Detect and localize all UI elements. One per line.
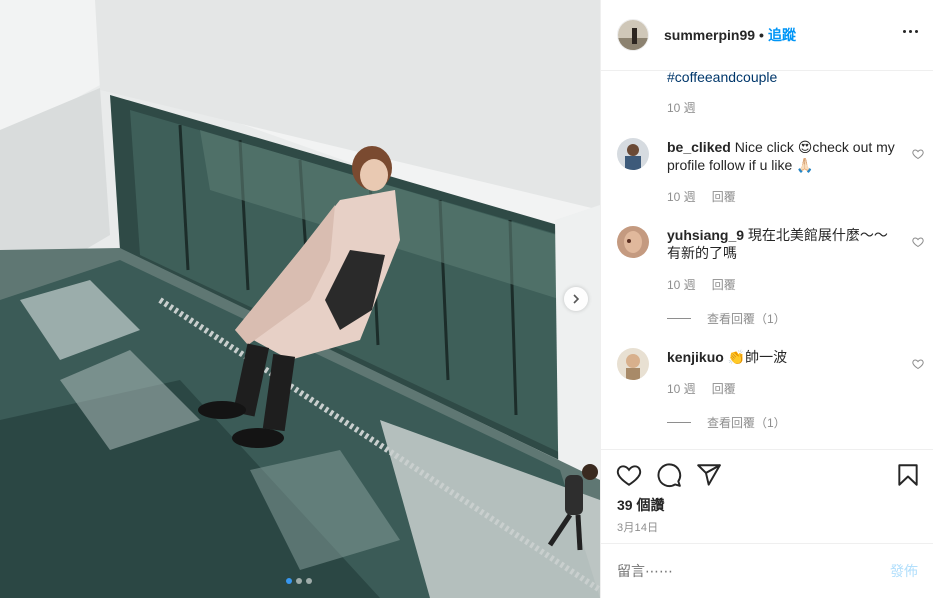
reply-button[interactable]: 回覆 [712, 188, 736, 205]
caption-meta: 10 週 [667, 99, 696, 116]
post-photo[interactable] [0, 0, 600, 598]
avatar-image [617, 226, 649, 258]
comment-icon[interactable] [656, 462, 682, 488]
comment-meta: 10 週 回覆 [667, 276, 736, 293]
carousel-dot-3 [306, 578, 312, 584]
comment-text: 👏帥一波 [727, 349, 788, 365]
avatar[interactable] [617, 138, 649, 170]
comment-meta: 10 週 回覆 [667, 380, 736, 397]
comment-username[interactable]: yuhsiang_9 [667, 227, 744, 243]
avatar-image [618, 20, 648, 50]
comments-list[interactable]: #coffeeandcouple 10 週 be_cliked Nice cli… [601, 71, 933, 449]
comment-age: 10 週 [667, 190, 696, 204]
avatar[interactable] [617, 348, 649, 380]
carousel-indicator [286, 578, 312, 584]
avatar[interactable] [617, 19, 649, 51]
comment-age: 10 週 [667, 382, 696, 396]
heart-icon[interactable] [616, 462, 642, 488]
comment-username[interactable]: kenjikuo [667, 349, 724, 365]
photo-image [0, 0, 600, 598]
caption-hashtag[interactable]: #coffeeandcouple [667, 71, 777, 85]
avatar-image [617, 348, 649, 380]
comment-age: 10 週 [667, 278, 696, 292]
comment-body: be_cliked Nice click 😍check out my profi… [667, 138, 897, 174]
carousel-next-button[interactable] [564, 287, 588, 311]
post-container: summerpin99 • 追蹤 #coffeeandcouple 10 週 b… [0, 0, 933, 598]
heart-icon[interactable] [912, 358, 924, 370]
carousel-dot-2 [296, 578, 302, 584]
post-side-panel: summerpin99 • 追蹤 #coffeeandcouple 10 週 b… [600, 0, 933, 598]
more-options-icon[interactable] [901, 26, 920, 37]
view-replies-line [667, 422, 691, 423]
view-replies-label: 查看回覆（1） [707, 312, 786, 326]
comment-meta: 10 週 回覆 [667, 188, 736, 205]
view-replies-button[interactable]: 查看回覆（1） [667, 414, 786, 431]
heart-icon[interactable] [912, 236, 924, 248]
comment-body: yuhsiang_9 現在北美館展什麼～～有新的了嗎 [667, 226, 897, 262]
view-replies-label: 查看回覆（1） [707, 416, 786, 430]
comment-username[interactable]: be_cliked [667, 139, 731, 155]
avatar[interactable] [617, 226, 649, 258]
follow-button[interactable]: 追蹤 [768, 25, 796, 45]
likes-count[interactable]: 39 個讚 [617, 495, 664, 515]
avatar-image [617, 138, 649, 170]
add-comment-bar: 發佈 [601, 543, 933, 598]
caption-age: 10 週 [667, 101, 696, 115]
post-comment-button[interactable]: 發佈 [890, 561, 918, 581]
comment-input[interactable] [617, 563, 890, 579]
post-actions: 39 個讚 3月14日 [601, 449, 933, 543]
reply-button[interactable]: 回覆 [712, 276, 736, 293]
reply-button[interactable]: 回覆 [712, 380, 736, 397]
share-icon[interactable] [696, 462, 722, 488]
header-separator: • [759, 27, 764, 43]
bookmark-icon[interactable] [895, 462, 921, 488]
carousel-dot-1 [286, 578, 292, 584]
post-date: 3月14日 [617, 522, 659, 534]
heart-icon[interactable] [912, 148, 924, 160]
chevron-right-icon [573, 294, 580, 304]
post-author-username[interactable]: summerpin99 [664, 27, 755, 43]
comment-body: kenjikuo 👏帥一波 [667, 348, 897, 366]
post-header: summerpin99 • 追蹤 [601, 0, 933, 71]
view-replies-line [667, 318, 691, 319]
view-replies-button[interactable]: 查看回覆（1） [667, 310, 786, 327]
